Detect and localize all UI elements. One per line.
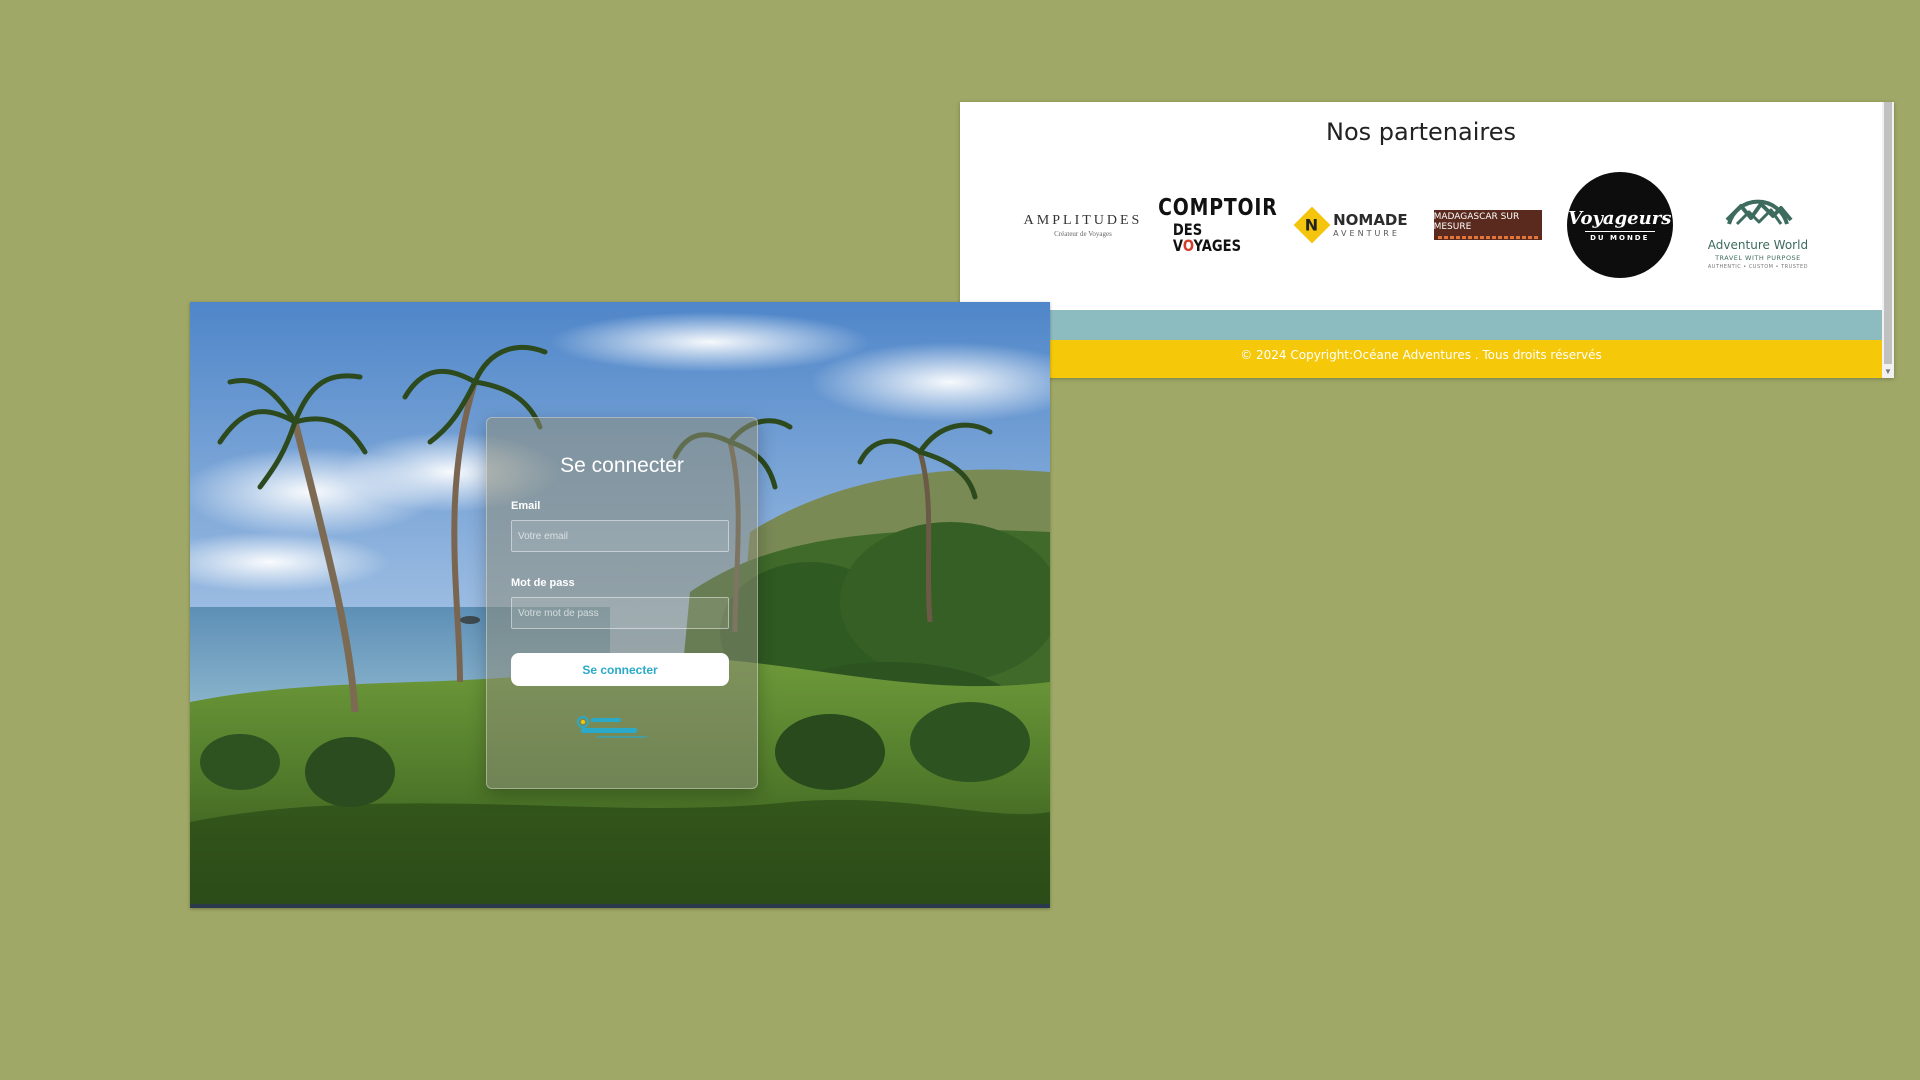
email-input[interactable] bbox=[511, 520, 729, 552]
login-card: Se connecter Email Mot de pass Se connec… bbox=[486, 417, 758, 789]
nomade-tagline: AVENTURE bbox=[1333, 228, 1400, 238]
madagascar-sur-mesure-logo[interactable]: MADAGASCAR SUR MESURE bbox=[1433, 210, 1542, 240]
window-bottom-bar bbox=[190, 904, 1050, 908]
oceane-adventures-logo bbox=[577, 716, 647, 738]
email-label: Email bbox=[511, 500, 541, 512]
password-input[interactable] bbox=[511, 597, 729, 629]
scroll-down-arrow-icon[interactable]: ▼ bbox=[1882, 366, 1894, 378]
scrollbar-thumb[interactable] bbox=[1884, 102, 1892, 364]
login-window: Se connecter Email Mot de pass Se connec… bbox=[190, 302, 1050, 908]
voyageurs-du-monde-logo[interactable]: Voyageurs DU MONDE bbox=[1566, 172, 1673, 278]
password-label: Mot de pass bbox=[511, 577, 575, 589]
adventure-world-name: Adventure World bbox=[1707, 238, 1809, 252]
madagascar-name: MADAGASCAR SUR MESURE bbox=[1433, 211, 1520, 232]
comptoir-line2: DES VOYAGES bbox=[1173, 219, 1242, 255]
amplitudes-logo[interactable]: AMPLITUDES Créateur de Voyages bbox=[1024, 213, 1140, 238]
partner-logos: AMPLITUDES Créateur de Voyages COMPTOIR … bbox=[1024, 164, 1818, 286]
mountain-icon bbox=[1725, 199, 1793, 226]
adventure-world-subline: AUTHENTIC • CUSTOM • TRUSTED bbox=[1707, 264, 1808, 270]
amplitudes-tagline: Créateur de Voyages bbox=[1054, 229, 1112, 238]
amplitudes-name: AMPLITUDES bbox=[1023, 212, 1143, 228]
adventure-world-logo[interactable]: Adventure World TRAVEL WITH PURPOSE AUTH… bbox=[1698, 180, 1818, 270]
partners-window: Nos partenaires AMPLITUDES Créateur de V… bbox=[960, 102, 1894, 378]
login-title: Se connecter bbox=[560, 454, 684, 477]
comptoir-des-voyages-logo[interactable]: COMPTOIR DES VOYAGES bbox=[1158, 196, 1277, 255]
login-submit-button[interactable]: Se connecter bbox=[511, 653, 729, 686]
nomade-aventure-logo[interactable]: N NOMADE AVENTURE bbox=[1293, 206, 1408, 244]
adventure-world-tagline: TRAVEL WITH PURPOSE bbox=[1715, 254, 1801, 262]
voyageurs-name: Voyageurs bbox=[1568, 208, 1672, 229]
nomade-name: NOMADE bbox=[1333, 210, 1408, 229]
footer-copyright: © 2024 Copyright:Océane Adventures . Tou… bbox=[960, 340, 1882, 378]
nomade-badge-icon: N bbox=[1293, 206, 1331, 244]
madagascar-stripe bbox=[1437, 235, 1538, 239]
comptoir-line1: COMPTOIR bbox=[1158, 194, 1278, 221]
footer-teal-band bbox=[960, 310, 1882, 340]
partners-title: Nos partenaires bbox=[1326, 118, 1516, 146]
voyageurs-tagline: DU MONDE bbox=[1590, 234, 1650, 242]
vertical-scrollbar[interactable]: ▼ bbox=[1882, 102, 1894, 378]
